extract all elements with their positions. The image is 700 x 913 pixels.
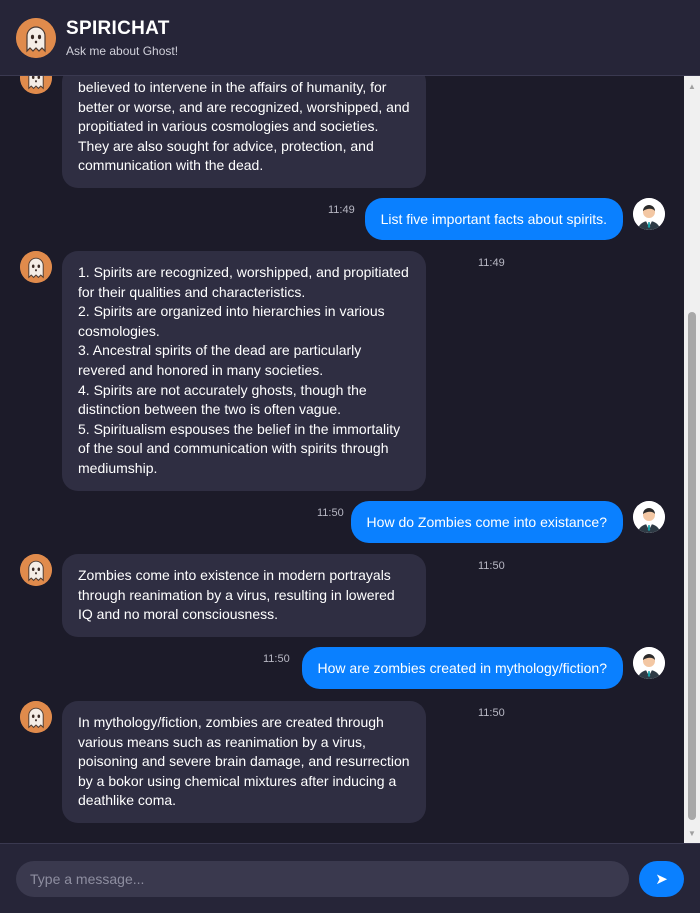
message-timestamp: 11:50 bbox=[317, 507, 344, 519]
app-subtitle: Ask me about Ghost! bbox=[66, 43, 179, 58]
send-arrow-icon: ➤ bbox=[655, 870, 668, 888]
message-timestamp: 11:50 bbox=[478, 560, 505, 572]
app-title: SPIRICHAT bbox=[66, 17, 170, 39]
app-header: SPIRICHAT Ask me about Ghost! bbox=[0, 0, 700, 76]
user-message: How are zombies created in mythology/fic… bbox=[301, 647, 623, 689]
message-timestamp: 11:49 bbox=[478, 257, 505, 269]
user-message: How do Zombies come into existance? bbox=[350, 501, 623, 543]
list-item: 3. Ancestral spirits of the dead are par… bbox=[78, 342, 362, 378]
bot-message-text: believed to intervene in the affairs of … bbox=[78, 79, 410, 174]
bot-message-text: Zombies come into existence in modern po… bbox=[78, 567, 395, 623]
chat-messages[interactable]: believed to intervene in the affairs of … bbox=[0, 76, 684, 843]
bot-message: 1. Spirits are recognized, worshipped, a… bbox=[62, 251, 426, 491]
bot-avatar bbox=[20, 701, 52, 733]
send-button[interactable]: ➤ bbox=[639, 861, 684, 897]
user-avatar-icon bbox=[633, 501, 665, 533]
bot-message: Zombies come into existence in modern po… bbox=[62, 554, 426, 637]
composer-bar: ➤ bbox=[0, 843, 700, 913]
list-item: 4. Spirits are not accurately ghosts, th… bbox=[78, 381, 367, 418]
list-item: 2. Spirits are organized into hierarchie… bbox=[78, 303, 385, 339]
bot-message-text: In mythology/fiction, zombies are create… bbox=[78, 714, 410, 809]
message-timestamp: 11:50 bbox=[478, 707, 505, 719]
user-avatar-icon bbox=[633, 198, 665, 230]
list-item: 5. Spiritualism espouses the belief in t… bbox=[78, 420, 401, 476]
bot-avatar bbox=[20, 251, 52, 283]
list-item: 1. Spirits are recognized, worshipped, a… bbox=[78, 264, 409, 300]
scroll-up-icon[interactable]: ▲ bbox=[684, 78, 700, 94]
bot-avatar bbox=[20, 554, 52, 586]
chat-scrollbar[interactable]: ▲ ▼ bbox=[684, 76, 700, 843]
scroll-thumb[interactable] bbox=[688, 312, 696, 820]
scroll-down-icon[interactable]: ▼ bbox=[684, 825, 700, 841]
ghost-logo-icon bbox=[16, 17, 56, 58]
bot-message: In mythology/fiction, zombies are create… bbox=[62, 701, 426, 823]
message-input[interactable] bbox=[16, 861, 629, 897]
user-avatar-icon bbox=[633, 647, 665, 679]
user-message: List five important facts about spirits. bbox=[364, 198, 623, 240]
message-timestamp: 11:50 bbox=[263, 653, 290, 665]
bot-avatar bbox=[20, 76, 52, 94]
bot-message: believed to intervene in the affairs of … bbox=[62, 76, 426, 188]
message-timestamp: 11:49 bbox=[328, 204, 355, 216]
